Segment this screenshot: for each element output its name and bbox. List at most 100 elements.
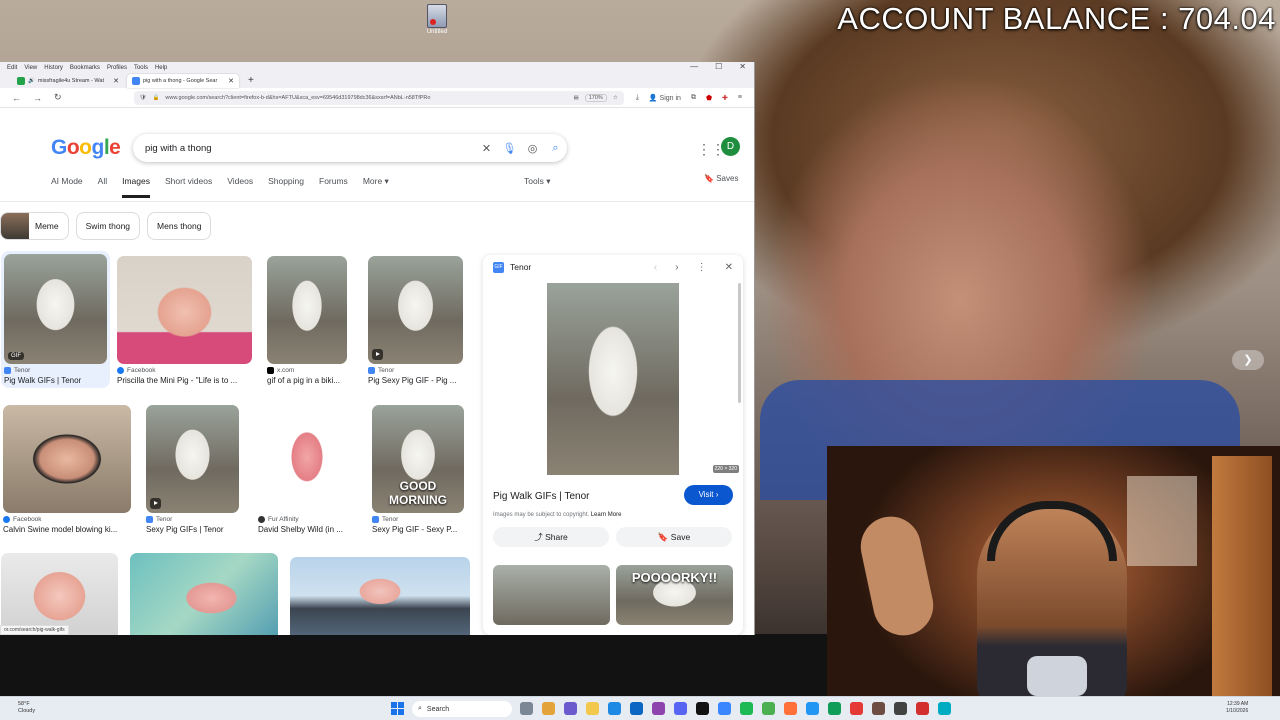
tab-ai-mode[interactable]: AI Mode <box>51 176 83 198</box>
reload-icon[interactable]: ↻ <box>54 92 62 103</box>
panel-source[interactable]: Tenor <box>510 262 531 272</box>
result-source[interactable]: Fur Affinity <box>258 516 356 523</box>
previous-icon[interactable]: ‹ <box>654 262 657 273</box>
image-result[interactable] <box>290 557 470 635</box>
clear-icon[interactable]: ✕ <box>475 142 498 155</box>
file-explorer-icon[interactable] <box>542 702 555 715</box>
result-thumbnail[interactable] <box>290 557 470 635</box>
reader-icon[interactable]: ▤ <box>574 95 579 101</box>
forward-icon[interactable]: → <box>33 93 42 103</box>
image-result[interactable]: GOOD MORNING Tenor Sexy Pig GIF - Sexy P… <box>372 405 464 534</box>
image-result[interactable]: Tenor Sexy Pig GIFs | Tenor <box>146 405 239 534</box>
menu-icon[interactable]: ≡ <box>738 94 742 101</box>
desktop-file-icon[interactable]: Untitled <box>420 4 454 35</box>
app-icon[interactable] <box>806 702 819 715</box>
result-title[interactable]: Sexy Pig GIF - Sexy P... <box>372 525 464 534</box>
result-thumbnail[interactable] <box>146 405 239 513</box>
result-thumbnail[interactable] <box>117 256 252 364</box>
tab-shopping[interactable]: Shopping <box>268 176 304 198</box>
image-result[interactable]: Facebook Priscilla the Mini Pig - "Life … <box>117 256 252 385</box>
copilot-icon[interactable] <box>564 702 577 715</box>
result-source[interactable]: Tenor <box>4 367 107 374</box>
image-result[interactable] <box>130 553 278 635</box>
result-title[interactable]: David Shelby Wild (in ... <box>258 525 356 534</box>
result-thumbnail[interactable]: GOOD MORNING <box>372 405 464 513</box>
related-image[interactable]: POOOORKY!! <box>616 565 733 625</box>
tab-videos[interactable]: Videos <box>227 176 253 198</box>
result-source[interactable]: Tenor <box>146 516 239 523</box>
result-source[interactable]: x.com <box>267 367 347 374</box>
app-icon[interactable] <box>762 702 775 715</box>
avatar[interactable]: D <box>721 137 740 156</box>
learn-more-link[interactable]: Learn More <box>591 512 622 518</box>
chip-swim-thong[interactable]: Swim thong <box>75 212 141 240</box>
folder-icon[interactable] <box>586 702 599 715</box>
google-logo[interactable]: Google <box>51 136 121 160</box>
search-input[interactable]: pig with a thong <box>145 143 475 154</box>
panel-title[interactable]: Pig Walk GIFs | Tenor <box>493 491 590 502</box>
tools-button[interactable]: Tools ▾ <box>524 176 550 187</box>
lens-icon[interactable]: ◎ <box>521 142 544 155</box>
chip-mens-thong[interactable]: Mens thong <box>147 212 212 240</box>
app-icon[interactable] <box>938 702 951 715</box>
result-thumbnail[interactable] <box>3 405 131 513</box>
obs-icon[interactable] <box>696 702 709 715</box>
ublock-icon[interactable]: ⬟ <box>706 94 712 102</box>
saves-button[interactable]: 🔖 Saves <box>704 174 738 183</box>
edge-icon[interactable] <box>608 702 621 715</box>
close-icon[interactable]: ✕ <box>725 262 733 273</box>
tab-stream[interactable]: 🔊 missfragile4u Stream - Wat ✕ <box>12 74 124 88</box>
image-result[interactable]: x.com gif of a pig in a biki... <box>267 256 347 385</box>
task-view-icon[interactable] <box>520 702 533 715</box>
tab-images[interactable]: Images <box>122 176 150 198</box>
signin-button[interactable]: 👤 Sign in <box>649 94 681 102</box>
zoom-level[interactable]: 170% <box>584 93 607 102</box>
result-title[interactable]: Priscilla the Mini Pig - "Life is to ... <box>117 376 252 385</box>
firefox-icon[interactable] <box>784 702 797 715</box>
result-title[interactable]: gif of a pig in a biki... <box>267 376 347 385</box>
minimize-icon[interactable]: — <box>690 62 698 71</box>
tab-more[interactable]: More ▾ <box>363 176 389 198</box>
result-thumbnail[interactable]: GIF <box>4 254 107 364</box>
speaker-icon[interactable]: 🔊 <box>28 78 35 84</box>
menu-view[interactable]: View <box>24 65 37 71</box>
menu-bookmarks[interactable]: Bookmarks <box>70 65 100 71</box>
tab-short-videos[interactable]: Short videos <box>165 176 212 198</box>
menu-profiles[interactable]: Profiles <box>107 65 127 71</box>
result-thumbnail[interactable] <box>368 256 463 364</box>
close-tab-icon[interactable]: ✕ <box>113 77 119 85</box>
next-arrow-icon[interactable]: ❯ <box>1232 350 1264 370</box>
new-tab-icon[interactable]: + <box>242 74 260 88</box>
close-tab-icon[interactable]: ✕ <box>228 77 234 85</box>
shield-icon[interactable]: 🛡 <box>140 95 147 101</box>
result-source[interactable]: Facebook <box>3 516 131 523</box>
image-result[interactable] <box>1 553 118 635</box>
app-icon[interactable] <box>916 702 929 715</box>
preview-image-area[interactable]: 220 × 320 <box>483 283 743 475</box>
app-icon[interactable] <box>872 702 885 715</box>
weather-widget[interactable]: 58°F Cloudy <box>18 701 35 715</box>
windows-start-icon[interactable] <box>391 702 404 715</box>
image-result[interactable]: Tenor Pig Sexy Pig GIF - Pig ... <box>368 256 463 385</box>
more-options-icon[interactable]: ⋮ <box>697 262 707 273</box>
visit-button[interactable]: Visit › <box>684 485 733 505</box>
tab-google-search[interactable]: pig with a thong - Google Sear ✕ <box>127 74 239 88</box>
maximize-icon[interactable]: ☐ <box>715 62 722 71</box>
bookmark-star-icon[interactable]: ☆ <box>613 95 618 101</box>
image-result[interactable]: GIF Tenor Pig Walk GIFs | Tenor <box>1 251 110 388</box>
app-icon[interactable] <box>828 702 841 715</box>
result-title[interactable]: Sexy Pig GIFs | Tenor <box>146 525 239 534</box>
result-title[interactable]: Calvin Swine model blowing ki... <box>3 525 131 534</box>
close-icon[interactable]: ✕ <box>739 62 746 71</box>
preview-image[interactable] <box>547 283 679 475</box>
result-thumbnail[interactable] <box>267 256 347 364</box>
image-result[interactable]: Facebook Calvin Swine model blowing ki..… <box>3 405 131 534</box>
panel-scrollbar[interactable] <box>738 283 741 403</box>
back-icon[interactable]: ← <box>12 93 21 103</box>
search-icon[interactable]: ⌕ <box>544 142 567 155</box>
url-text[interactable]: www.google.com/search?client=firefox-b-d… <box>165 95 567 101</box>
youtube-icon[interactable] <box>850 702 863 715</box>
result-source[interactable]: Tenor <box>372 516 464 523</box>
app-icon[interactable] <box>894 702 907 715</box>
share-button[interactable]: ⤴ Share <box>493 527 609 547</box>
